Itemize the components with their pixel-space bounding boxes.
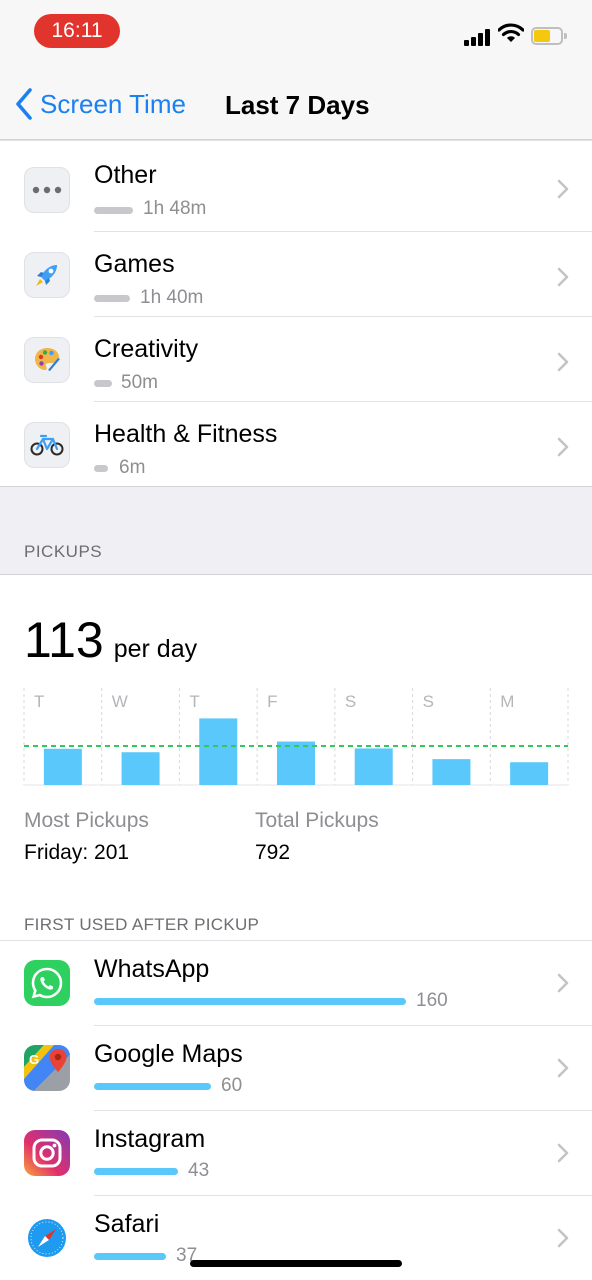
chart-bar	[199, 718, 238, 785]
chart-bar	[43, 748, 82, 785]
pickups-average: 113 per day	[24, 611, 197, 669]
rocket-icon	[24, 252, 70, 298]
back-button[interactable]: Screen Time	[12, 86, 186, 122]
category-duration: 1h 40m	[140, 287, 204, 308]
category-name: Health & Fitness	[94, 420, 278, 448]
chart-day-label: T	[189, 692, 199, 711]
pickups-average-unit: per day	[113, 635, 198, 663]
category-row-creativity[interactable]: Creativity 50m	[0, 317, 592, 402]
app-row-safari[interactable]: Safari 37	[0, 1196, 592, 1280]
chart-bar	[432, 759, 471, 785]
most-pickups-stat: Most Pickups Friday: 201	[24, 809, 149, 865]
category-list: Other 1h 48m Games 1h 40m Creativity 50m…	[0, 140, 592, 487]
app-row-whatsapp[interactable]: WhatsApp 160	[0, 941, 592, 1026]
chart-bar	[277, 741, 315, 785]
app-usage-bar	[94, 1083, 211, 1090]
status-bar: 16:11	[0, 0, 592, 62]
chevron-right-icon	[557, 267, 569, 287]
chevron-right-icon	[557, 179, 569, 199]
category-duration: 6m	[119, 457, 146, 478]
category-duration: 1h 48m	[143, 198, 207, 219]
chart-day-label: M	[500, 692, 514, 711]
palette-icon	[24, 337, 70, 383]
whatsapp-icon	[24, 960, 70, 1006]
back-button-label: Screen Time	[40, 88, 186, 119]
app-usage-bar	[94, 998, 406, 1005]
chart-bar	[354, 748, 393, 785]
pickups-section-header: PICKUPS	[24, 542, 103, 561]
first-used-header: FIRST USED AFTER PICKUP	[24, 915, 260, 934]
bicycle-icon	[24, 422, 70, 468]
cellular-signal-icon	[464, 28, 492, 46]
app-pickup-count: 43	[188, 1160, 210, 1181]
chevron-right-icon	[557, 1058, 569, 1078]
home-indicator[interactable]	[190, 1260, 402, 1267]
page-title: Last 7 Days	[225, 90, 370, 120]
chevron-right-icon	[557, 973, 569, 993]
category-duration: 50m	[121, 372, 158, 393]
chart-bar	[121, 752, 160, 785]
app-name: Safari	[94, 1210, 160, 1238]
app-usage-bar	[94, 1168, 178, 1175]
chevron-right-icon	[557, 1143, 569, 1163]
status-time[interactable]: 16:11	[34, 14, 120, 48]
first-used-app-list: WhatsApp 160 G Google Maps 60 Instagram …	[0, 941, 592, 1280]
app-name: Instagram	[94, 1125, 206, 1153]
most-pickups-value: Friday: 201	[24, 841, 130, 864]
chart-day-label: F	[267, 692, 277, 711]
ellipsis-icon	[24, 167, 70, 213]
category-row-health-fitness[interactable]: Health & Fitness 6m	[0, 402, 592, 487]
google-maps-icon: G	[24, 1045, 70, 1091]
chevron-right-icon	[557, 1228, 569, 1248]
usage-bar	[94, 207, 133, 214]
app-name: WhatsApp	[94, 955, 210, 983]
total-pickups-value: 792	[255, 841, 291, 864]
pickups-chart[interactable]: TWTFSSM	[0, 685, 592, 787]
total-pickups-stat: Total Pickups 792	[255, 809, 379, 865]
instagram-icon	[24, 1130, 70, 1176]
category-row-games[interactable]: Games 1h 40m	[0, 232, 592, 317]
safari-icon	[24, 1215, 70, 1261]
chart-day-label: S	[423, 692, 434, 711]
app-row-instagram[interactable]: Instagram 43	[0, 1111, 592, 1196]
app-usage-bar	[94, 1253, 166, 1260]
chevron-left-icon	[16, 88, 32, 120]
app-pickup-count: 160	[416, 990, 448, 1011]
svg-text:G: G	[29, 1052, 39, 1067]
chart-day-label: S	[345, 692, 356, 711]
pickups-stats: Most Pickups Friday: 201 Total Pickups 7…	[24, 809, 584, 869]
category-name: Creativity	[94, 335, 199, 363]
app-name: Google Maps	[94, 1040, 243, 1068]
category-name: Games	[94, 250, 175, 278]
category-row-other[interactable]: Other 1h 48m	[0, 141, 592, 232]
chart-day-label: T	[34, 692, 44, 711]
app-row-google-maps[interactable]: G Google Maps 60	[0, 1026, 592, 1111]
chart-day-label: W	[112, 692, 128, 711]
navigation-bar: Screen Time Last 7 Days	[0, 62, 592, 140]
wifi-icon	[498, 23, 524, 42]
usage-bar	[94, 380, 112, 387]
usage-bar	[94, 465, 108, 472]
most-pickups-label: Most Pickups	[24, 809, 149, 832]
chevron-right-icon	[557, 352, 569, 372]
usage-bar	[94, 295, 130, 302]
battery-icon	[531, 27, 567, 45]
category-name: Other	[94, 161, 157, 189]
pickups-average-value: 113	[24, 612, 104, 668]
app-pickup-count: 60	[221, 1075, 243, 1096]
section-gap: PICKUPS	[0, 487, 592, 575]
pickups-section: 113 per day T W T F S S M Most Pickups Friday:…	[0, 575, 592, 1280]
chevron-right-icon	[557, 437, 569, 457]
total-pickups-label: Total Pickups	[255, 809, 379, 832]
chart-bar	[510, 762, 549, 785]
